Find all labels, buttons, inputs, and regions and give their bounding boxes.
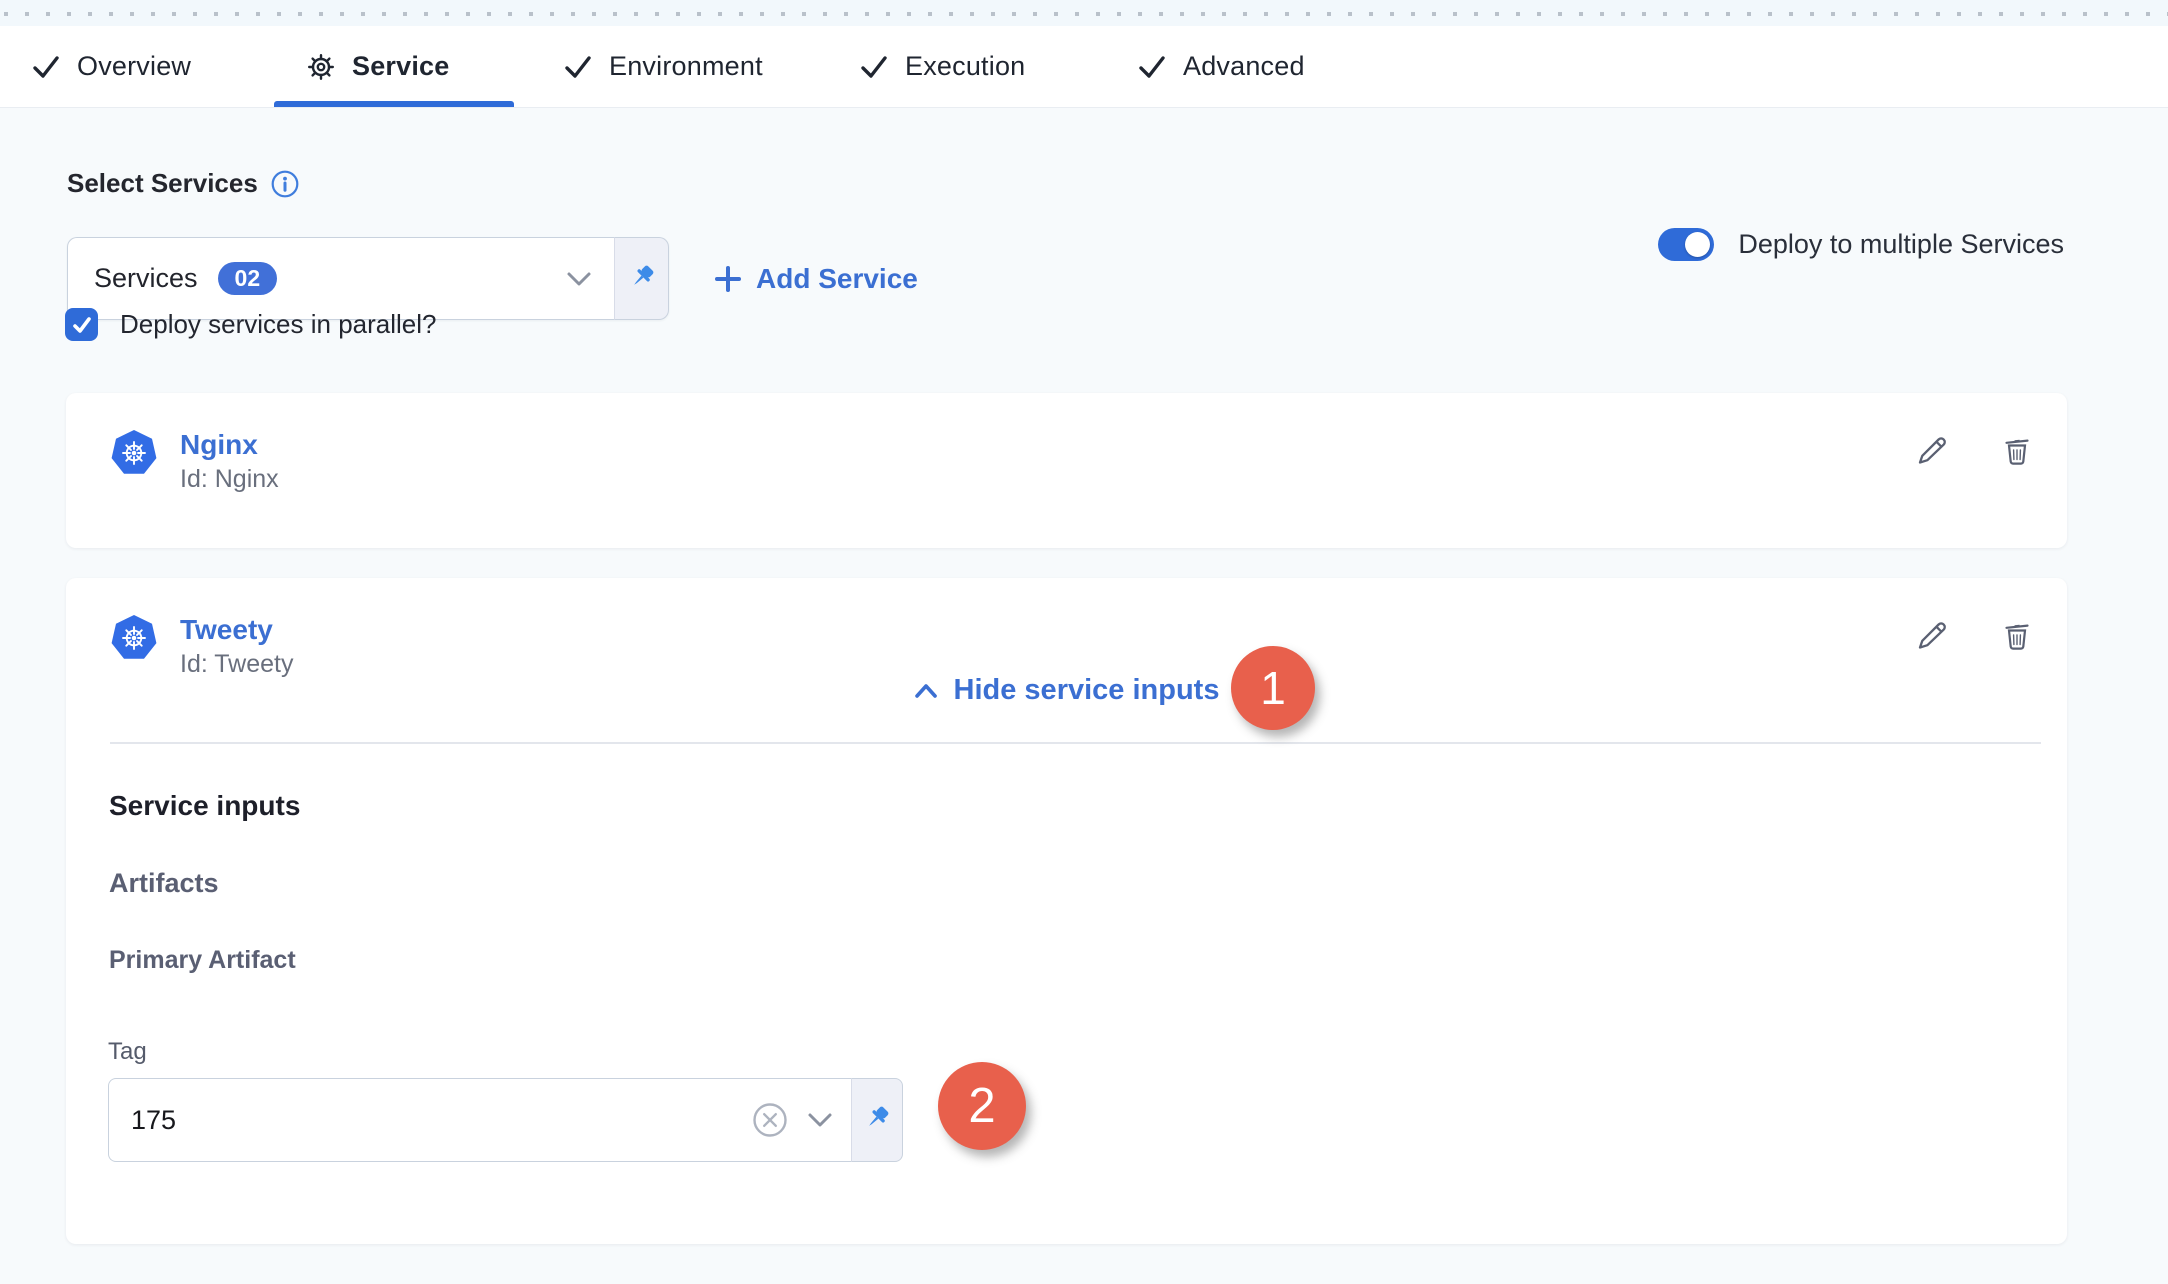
deploy-multiple-toggle[interactable]	[1658, 228, 1714, 261]
check-icon	[30, 51, 62, 83]
annotation-badge-1: 1	[1231, 646, 1315, 730]
service-name-link[interactable]: Tweety	[180, 614, 294, 646]
pin-icon	[625, 262, 659, 296]
tab-label: Overview	[77, 51, 191, 82]
service-id: Id: Tweety	[180, 650, 294, 679]
service-name-link[interactable]: Nginx	[180, 429, 279, 461]
dotted-top-border	[0, 0, 2168, 26]
service-card-nginx: Nginx Id: Nginx	[66, 393, 2067, 548]
stage-tabs: Overview Service	[0, 26, 2168, 107]
tag-input[interactable]	[131, 1105, 733, 1136]
chevron-up-icon	[914, 683, 938, 699]
pin-icon	[860, 1103, 894, 1137]
pin-button[interactable]	[614, 237, 669, 320]
service-titles: Tweety Id: Tweety	[180, 614, 294, 679]
hide-service-inputs-label: Hide service inputs	[954, 674, 1220, 707]
kubernetes-icon	[110, 429, 158, 477]
edit-icon[interactable]	[1913, 618, 1949, 654]
service-inputs-heading: Service inputs	[109, 790, 300, 822]
tag-input-group	[108, 1078, 903, 1162]
chevron-down-icon	[566, 270, 592, 288]
pipeline-stage-config-page: Overview Service	[0, 0, 2168, 1284]
primary-artifact-label: Primary Artifact	[109, 946, 296, 975]
services-count-badge: 02	[218, 262, 278, 295]
gear-icon	[305, 51, 337, 83]
annotation-badge-2: 2	[938, 1062, 1026, 1150]
tab-label: Advanced	[1183, 51, 1305, 82]
tag-label: Tag	[108, 1038, 147, 1066]
annotation-number: 1	[1260, 661, 1286, 715]
kubernetes-icon	[110, 614, 158, 662]
edit-icon[interactable]	[1913, 433, 1949, 469]
service-actions	[1913, 433, 2035, 469]
pin-button[interactable]	[851, 1078, 903, 1162]
tab-overview[interactable]: Overview	[30, 26, 191, 107]
check-icon	[858, 51, 890, 83]
divider	[110, 742, 2041, 744]
service-titles: Nginx Id: Nginx	[180, 429, 279, 494]
service-card-tweety: Tweety Id: Tweety	[66, 578, 2067, 1244]
parallel-deploy-label: Deploy services in parallel?	[120, 309, 436, 340]
tag-input-box	[108, 1078, 851, 1162]
tab-label: Service	[352, 51, 449, 82]
parallel-deploy-row: Deploy services in parallel?	[65, 308, 436, 341]
info-icon[interactable]	[270, 169, 300, 199]
tab-advanced[interactable]: Advanced	[1136, 26, 1305, 107]
select-services-row: Select Services	[67, 168, 300, 199]
check-icon	[1136, 51, 1168, 83]
add-service-label: Add Service	[756, 263, 918, 295]
select-services-label: Select Services	[67, 168, 258, 199]
delete-icon[interactable]	[1999, 433, 2035, 469]
tab-label: Environment	[609, 51, 763, 82]
chevron-down-icon[interactable]	[807, 1111, 833, 1129]
annotation-number: 2	[968, 1078, 995, 1134]
toggle-knob	[1685, 232, 1710, 257]
service-id: Id: Nginx	[180, 465, 279, 494]
tab-service[interactable]: Service	[305, 26, 449, 107]
active-tab-underline	[274, 101, 514, 107]
deploy-multiple-label: Deploy to multiple Services	[1738, 229, 2064, 260]
delete-icon[interactable]	[1999, 618, 2035, 654]
service-header: Nginx Id: Nginx	[110, 429, 279, 494]
services-dropdown-value: Services	[94, 263, 198, 294]
plus-icon	[714, 265, 742, 293]
tab-environment[interactable]: Environment	[562, 26, 763, 107]
tab-label: Execution	[905, 51, 1025, 82]
check-icon	[562, 51, 594, 83]
service-actions	[1913, 618, 2035, 654]
artifacts-heading: Artifacts	[109, 868, 219, 899]
clear-icon[interactable]	[751, 1101, 789, 1139]
service-header: Tweety Id: Tweety	[110, 614, 294, 679]
add-service-button[interactable]: Add Service	[714, 237, 918, 320]
hide-service-inputs-link[interactable]: Hide service inputs	[914, 674, 1220, 707]
deploy-multiple-row: Deploy to multiple Services	[1658, 214, 2064, 274]
tab-execution[interactable]: Execution	[858, 26, 1025, 107]
parallel-deploy-checkbox[interactable]	[65, 308, 98, 341]
